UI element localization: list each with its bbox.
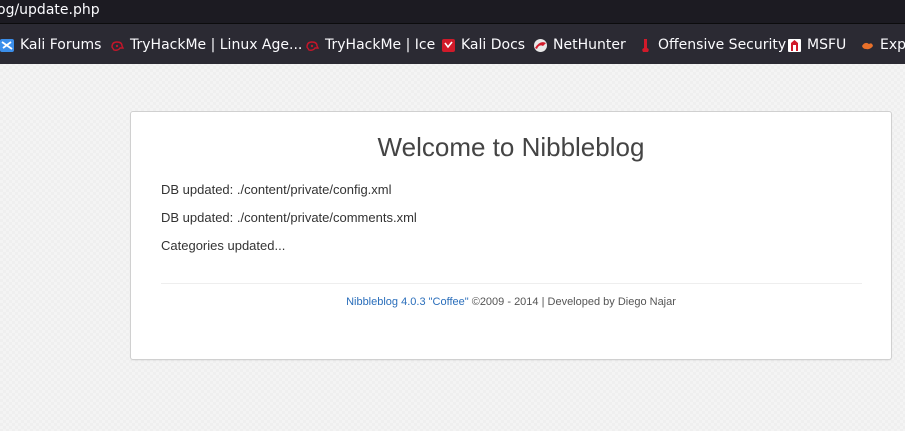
- log-line: DB updated: ./content/private/comments.x…: [161, 210, 417, 225]
- bookmark-label: Expl: [880, 37, 905, 53]
- msfu-icon: [787, 38, 802, 53]
- offsec-icon: [638, 38, 653, 53]
- page-title: Welcome to Nibbleblog: [377, 132, 645, 162]
- bookmark-offensive-security[interactable]: Offensive Security: [638, 35, 786, 55]
- bookmark-label: MSFU: [807, 37, 847, 53]
- bookmarks-toolbar: Kali Forums TryHackMe | Linux Age... Try…: [0, 23, 905, 64]
- bookmark-kali-docs[interactable]: Kali Docs: [441, 35, 525, 55]
- address-bar[interactable]: og/update.php: [0, 0, 905, 23]
- bookmark-label: NetHunter: [553, 37, 626, 53]
- bookmark-kali-forums[interactable]: Kali Forums: [0, 35, 101, 55]
- bookmark-label: Offensive Security: [658, 37, 787, 53]
- divider: [161, 283, 862, 284]
- bookmark-tryhackme-linux[interactable]: TryHackMe | Linux Age...: [110, 35, 302, 55]
- bookmark-tryhackme-ice[interactable]: TryHackMe | Ice: [305, 35, 435, 55]
- bookmark-label: TryHackMe | Ice: [325, 37, 436, 53]
- tryhackme-icon: [110, 38, 125, 53]
- footer-credits: ©2009 - 2014 | Developed by Diego Najar: [468, 296, 676, 308]
- bookmark-label: Kali Forums: [20, 37, 102, 53]
- bookmark-msfu[interactable]: MSFU: [787, 35, 846, 55]
- bookmark-nethunter[interactable]: NetHunter: [533, 35, 626, 55]
- content-card: Welcome to Nibbleblog DB updated: ./cont…: [130, 111, 892, 360]
- nibbleblog-version-link[interactable]: Nibbleblog 4.0.3 "Coffee": [346, 296, 469, 308]
- bookmark-exploit-db[interactable]: Expl: [860, 35, 905, 55]
- url-text[interactable]: og/update.php: [0, 0, 100, 21]
- nethunter-icon: [533, 38, 548, 53]
- bookmark-label: Kali Docs: [461, 37, 526, 53]
- exploit-db-icon: [860, 38, 875, 53]
- bookmark-label: TryHackMe | Linux Age...: [130, 37, 303, 53]
- kali-dragon-icon: [0, 38, 15, 53]
- kali-docs-icon: [441, 38, 456, 53]
- log-line: DB updated: ./content/private/config.xml: [161, 182, 392, 197]
- footer: Nibbleblog 4.0.3 "Coffee" ©2009 - 2014 |…: [131, 296, 891, 308]
- tryhackme-icon: [305, 38, 320, 53]
- log-line: Categories updated...: [161, 238, 286, 253]
